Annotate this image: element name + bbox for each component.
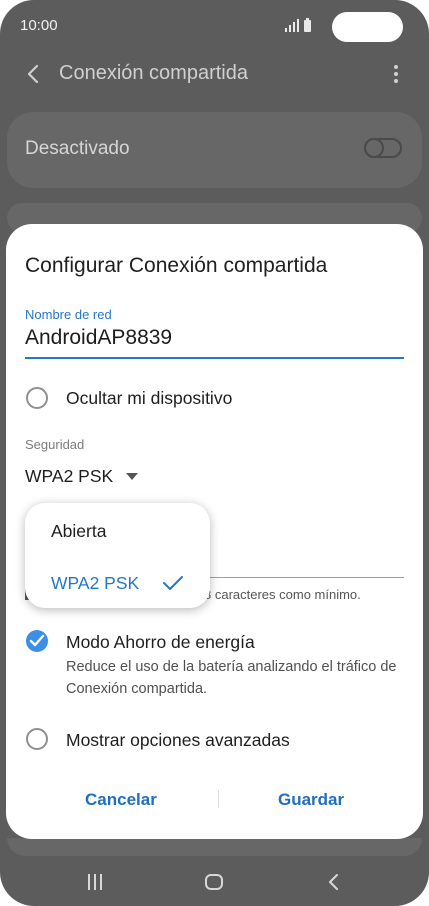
dropdown-option-wpa2[interactable]: WPA2 PSK xyxy=(51,573,139,594)
recents-icon[interactable] xyxy=(83,870,107,894)
advanced-options-label[interactable]: Mostrar opciones avanzadas xyxy=(66,730,290,751)
cancel-button[interactable]: Cancelar xyxy=(85,790,157,810)
nav-back-icon[interactable] xyxy=(322,870,346,894)
security-dropdown-menu: Abierta WPA2 PSK xyxy=(25,503,210,608)
dropdown-option-open[interactable]: Abierta xyxy=(51,521,106,542)
hide-device-checkbox[interactable] xyxy=(26,387,48,409)
save-button[interactable]: Guardar xyxy=(278,790,344,810)
toggle-label: Desactivado xyxy=(25,138,130,159)
password-underline[interactable] xyxy=(204,577,404,578)
button-divider xyxy=(218,790,219,808)
security-select[interactable]: WPA2 PSK xyxy=(25,466,113,487)
status-time: 10:00 xyxy=(20,17,58,34)
tethering-toggle-card[interactable]: Desactivado xyxy=(7,112,422,188)
password-hint: 8 caracteres como mínimo. xyxy=(204,587,361,602)
hide-device-label[interactable]: Ocultar mi dispositivo xyxy=(66,388,232,409)
network-name-input[interactable]: AndroidAP8839 xyxy=(25,326,172,350)
network-name-label: Nombre de red xyxy=(25,307,112,322)
caret-down-icon[interactable] xyxy=(126,473,138,481)
advanced-options-checkbox[interactable] xyxy=(26,728,48,750)
more-vert-icon[interactable] xyxy=(386,62,406,86)
checkmark-icon xyxy=(163,576,183,590)
home-icon[interactable] xyxy=(202,870,226,894)
page-title: Conexión compartida xyxy=(59,62,248,84)
tethering-switch[interactable] xyxy=(364,138,402,158)
power-saving-checkbox[interactable] xyxy=(26,630,48,652)
camera-cutout xyxy=(332,12,403,42)
power-saving-description: Reduce el uso de la batería analizando e… xyxy=(66,659,397,697)
security-label: Seguridad xyxy=(25,437,85,452)
dialog-title: Configurar Conexión compartida xyxy=(25,254,328,277)
signal-battery-icon xyxy=(285,18,311,32)
phone-screen: 10:00 Conexión compartida Desactivado Co… xyxy=(0,0,429,906)
back-arrow-icon[interactable] xyxy=(22,62,46,86)
settings-card-bottom xyxy=(7,838,422,856)
network-name-underline xyxy=(25,357,404,359)
checkmark-icon xyxy=(29,634,45,647)
power-saving-label[interactable]: Modo Ahorro de energía xyxy=(66,632,255,653)
